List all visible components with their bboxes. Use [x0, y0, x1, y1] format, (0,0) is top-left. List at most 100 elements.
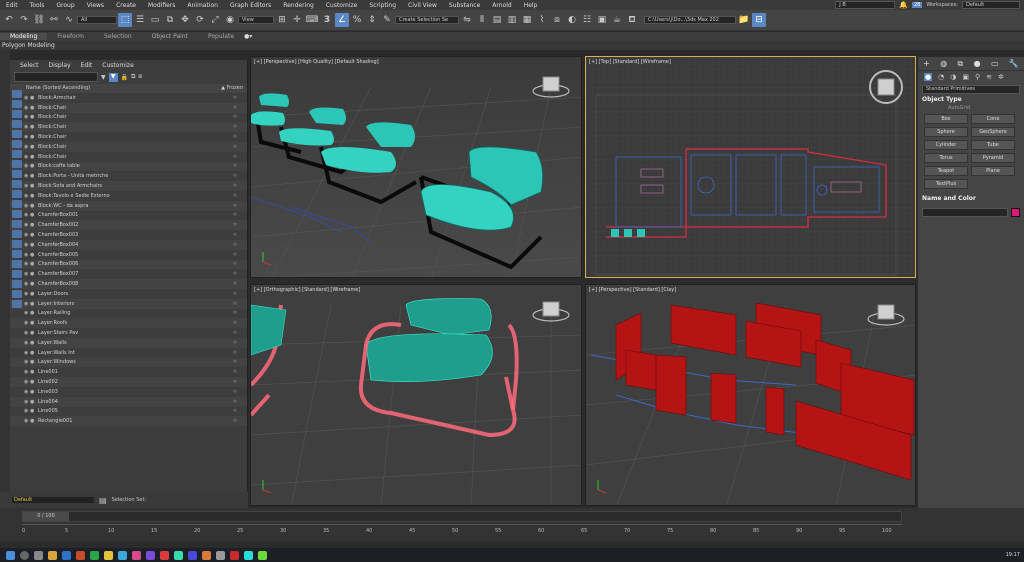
hierarchy-tab-icon[interactable]: ⧉	[958, 59, 964, 69]
app-icon[interactable]	[118, 550, 127, 560]
taskbar-clock[interactable]: 19:17	[1006, 552, 1024, 558]
explorer-row[interactable]: ◉ ● Block:Armchair ❄	[10, 93, 247, 103]
freeze-icon[interactable]: ❄	[223, 242, 247, 248]
menu-group[interactable]: Group	[50, 2, 80, 9]
explorer-row[interactable]: ◉ ● Block:Chair ❄	[10, 152, 247, 162]
modify-tab-icon[interactable]: ◍	[940, 59, 947, 68]
angle-snap-icon[interactable]: ∠	[335, 13, 349, 27]
explorer-row[interactable]: ◉ ● Layer:Walls ❄	[10, 337, 247, 348]
select-by-name-icon[interactable]: ☰	[133, 13, 147, 27]
menu-arnold[interactable]: Arnold	[486, 2, 517, 9]
explorer-row[interactable]: ◉ ● Block:Chair ❄	[10, 132, 247, 142]
unlink-icon[interactable]: ⚯	[47, 13, 61, 27]
explorer-row[interactable]: ◉ ● Block:Chair ❄	[10, 113, 247, 123]
freeze-icon[interactable]: ❄	[223, 310, 247, 316]
spinner-snap-icon[interactable]: ⇕	[365, 13, 379, 27]
timeline-ruler[interactable]: 0 5 10 15 20 25 30 35 40 45 50 55 60 65 70 75 80 85 90 95 10…	[22, 524, 902, 538]
explorer-row[interactable]: ◉ ● Line005 ❄	[10, 407, 247, 417]
explorer-menu-edit[interactable]: Edit	[81, 62, 93, 69]
freeze-icon[interactable]: ❄	[223, 418, 247, 424]
freeze-icon[interactable]: ❄	[223, 291, 247, 297]
find-icon[interactable]: ▼	[108, 72, 118, 82]
explorer-row[interactable]: ◉ ● Line003 ❄	[10, 387, 247, 397]
freeze-icon[interactable]: ❄	[223, 232, 247, 238]
named-selection-set-dropdown[interactable]: Create Selection Se	[395, 16, 459, 24]
toggle-ribbon-icon[interactable]: ▦	[520, 13, 534, 27]
workspaces-dropdown[interactable]: Default	[962, 1, 1020, 9]
app-icon[interactable]	[48, 550, 57, 560]
explorer-tool-icon[interactable]	[12, 140, 22, 148]
pivot-center-icon[interactable]: ⊞	[275, 13, 289, 27]
menu-rendering[interactable]: Rendering	[277, 2, 320, 9]
explorer-row[interactable]: ◉ ● Layer:Roofs ❄	[10, 318, 247, 329]
percent-snap-icon[interactable]: %	[350, 13, 364, 27]
explorer-row[interactable]: ◉ ● Line004 ❄	[10, 396, 247, 407]
explorer-row[interactable]: ◉ ● Block:Sofa and Armchairs ❄	[10, 181, 247, 191]
explorer-row[interactable]: ◉ ● Layer:Windows ❄	[10, 357, 247, 368]
align-icon[interactable]: ⫴	[475, 13, 489, 27]
explorer-row[interactable]: ◉ ● Block:Chair ❄	[10, 141, 247, 152]
explorer-row[interactable]: ◉ ● Line002 ❄	[10, 377, 247, 387]
explorer-tool-icon[interactable]	[12, 270, 22, 278]
explorer-row[interactable]: ◉ ● ChamferBox004 ❄	[10, 239, 247, 250]
explorer-row[interactable]: ◉ ● Layer:Railing ❄	[10, 309, 247, 319]
display-tab-icon[interactable]: ▭	[991, 59, 999, 68]
explorer-row[interactable]: ◉ ● ChamferBox008 ❄	[10, 279, 247, 289]
freeze-icon[interactable]: ❄	[223, 124, 247, 130]
reference-coordinate-dropdown[interactable]: View	[238, 16, 274, 24]
freeze-icon[interactable]: ❄	[223, 144, 247, 150]
teapot-button[interactable]: Teapot	[924, 166, 968, 176]
pyramid-button[interactable]: Pyramid	[971, 153, 1015, 163]
layer-icon[interactable]: ⧈	[138, 73, 142, 81]
torus-button[interactable]: Torus	[924, 153, 968, 163]
create-tab-icon[interactable]: +	[923, 59, 930, 68]
freeze-icon[interactable]: ❄	[223, 350, 247, 356]
freeze-icon[interactable]: ❄	[223, 163, 247, 169]
explorer-row[interactable]: ◉ ● Line001 ❄	[10, 367, 247, 377]
start-icon[interactable]	[6, 550, 15, 560]
explorer-row[interactable]: ◉ ● Block:coffe table ❄	[10, 161, 247, 172]
systems-icon[interactable]: ✲	[998, 73, 1004, 81]
menu-graph-editors[interactable]: Graph Editors	[224, 2, 277, 9]
explorer-tool-icon[interactable]	[12, 210, 22, 218]
tab-object-paint[interactable]: Object Paint	[142, 33, 198, 40]
time-slider-thumb[interactable]: 0 / 100	[23, 512, 69, 521]
freeze-icon[interactable]: ❄	[223, 173, 247, 179]
viewport-perspective-clay[interactable]: [+] [Perspective] [Standard] [Clay]	[585, 284, 916, 506]
viewport-orthographic-wireframe[interactable]: [+] [Orthographic] [Standard] [Wireframe…	[250, 284, 582, 506]
ribbon-panel-label[interactable]: Polygon Modeling	[0, 41, 1024, 50]
cameras-icon[interactable]: ▣	[962, 73, 969, 81]
layer-manager-icon[interactable]: ▤	[99, 496, 107, 505]
rotate-icon[interactable]: ⟳	[193, 13, 207, 27]
user-account-field[interactable]: J B	[835, 1, 896, 9]
viewport-label[interactable]: [+] [Perspective] [Standard] [Clay]	[589, 287, 676, 293]
bell-icon[interactable]: 🔔	[899, 1, 908, 9]
freeze-icon[interactable]: ❄	[223, 95, 247, 101]
explorer-tool-icon[interactable]	[12, 110, 22, 118]
explorer-row[interactable]: ◉ ● ChamferBox006 ❄	[10, 259, 247, 270]
explorer-tool-icon[interactable]	[12, 240, 22, 248]
sphere-button[interactable]: Sphere	[924, 127, 968, 137]
ribbon-options-icon[interactable]: ●▾	[244, 33, 252, 40]
explorer-row[interactable]: ◉ ● Block:Chair ❄	[10, 102, 247, 113]
explorer-menu-select[interactable]: Select	[20, 62, 39, 69]
cone-button[interactable]: Cone	[971, 114, 1015, 124]
tab-freeform[interactable]: Freeform	[47, 33, 94, 40]
edit-named-sets-icon[interactable]: ✎	[380, 13, 394, 27]
rectangular-selection-icon[interactable]: ▭	[148, 13, 162, 27]
viewport-perspective-hq[interactable]: [+] [Perspective] [High Quality] [Defaul…	[250, 56, 582, 278]
menu-views[interactable]: Views	[81, 2, 110, 9]
freeze-icon[interactable]: ❄	[223, 134, 247, 140]
filter-icon[interactable]: ▼	[101, 74, 106, 81]
app-icon[interactable]	[76, 550, 85, 560]
material-editor-icon[interactable]: ◐	[565, 13, 579, 27]
app-icon[interactable]	[216, 550, 225, 560]
curve-editor-icon[interactable]: ⌇	[535, 13, 549, 27]
freeze-icon[interactable]: ❄	[223, 369, 247, 375]
primitive-type-dropdown[interactable]: Standard Primitives	[922, 85, 1020, 94]
app-icon[interactable]	[132, 550, 141, 560]
viewport-label[interactable]: [+] [Top] [Standard] [Wireframe]	[589, 59, 671, 65]
explorer-menu-customize[interactable]: Customize	[102, 62, 134, 69]
taskview-icon[interactable]	[34, 550, 43, 560]
search-icon[interactable]	[20, 550, 29, 560]
